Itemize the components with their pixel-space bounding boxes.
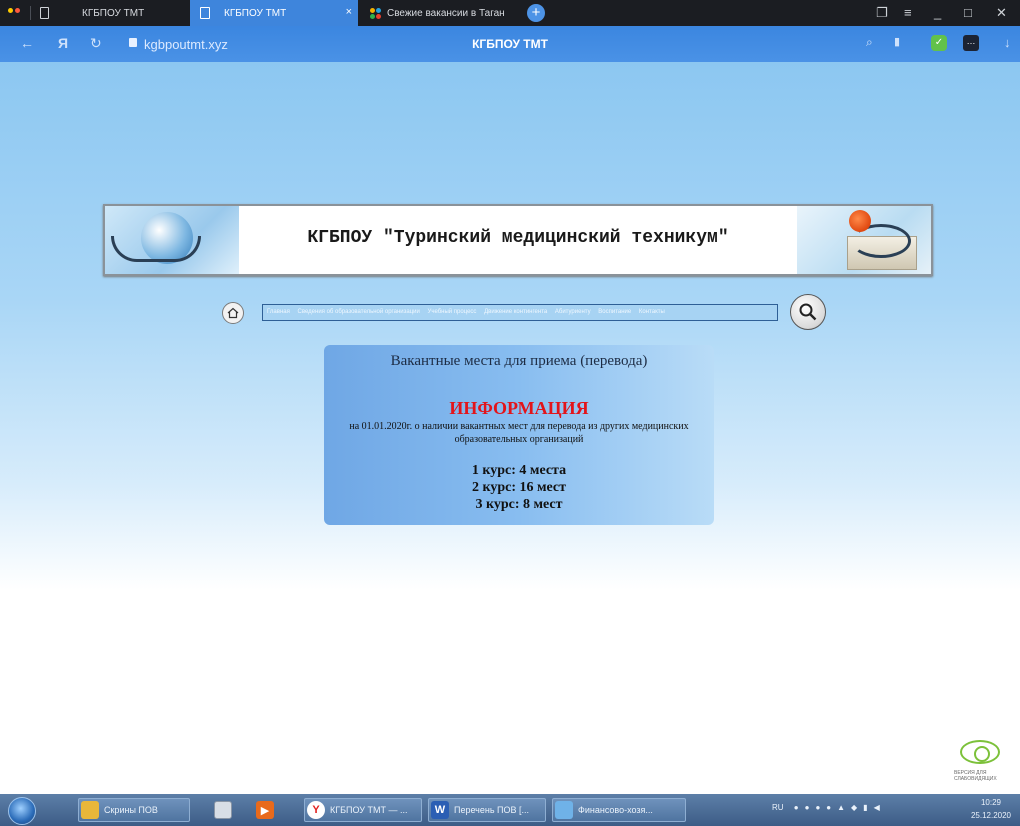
media-player-icon: ▶ [256, 801, 274, 819]
taskbar-folder[interactable]: Скрины ПОВ [78, 798, 190, 822]
nav-item-applicant[interactable]: Абитуриенту [555, 309, 591, 315]
word-icon: W [431, 801, 449, 819]
taskbar-label: Скрины ПОВ [104, 805, 158, 815]
search-button[interactable] [790, 294, 826, 330]
start-button[interactable] [8, 797, 36, 825]
banner-title: КГБПОУ "Туринский медицинский техникум" [307, 228, 729, 248]
home-icon [227, 307, 239, 319]
info-heading: ИНФОРМАЦИЯ [449, 398, 589, 418]
taskbar: Скрины ПОВ ▶ Y КГБПОУ ТМТ — ... W Перече… [0, 794, 1020, 826]
site-banner[interactable]: КГБПОУ "Туринский медицинский техникум" [103, 204, 933, 276]
tab-label: КГБПОУ ТМТ [224, 7, 287, 19]
download-icon[interactable]: ↓ [1004, 35, 1011, 50]
page-icon[interactable] [40, 7, 49, 19]
paint-icon [555, 801, 573, 819]
taskbar-label: Перечень ПОВ [... [454, 805, 530, 815]
clock-time: 10:29 [980, 798, 1002, 807]
protect-shield-icon[interactable]: ✓ [931, 35, 947, 51]
taskbar-calculator[interactable] [214, 798, 237, 822]
stethoscope-icon [111, 236, 201, 262]
course-2: 2 курс: 16 мест [471, 480, 567, 495]
course-3: 3 курс: 8 мест [475, 497, 563, 512]
menu-icon[interactable]: ≡ [904, 5, 912, 20]
minimize-icon[interactable]: _ [934, 5, 941, 20]
nav-item-study[interactable]: Учебный процесс [428, 309, 477, 315]
eye-icon [960, 740, 1000, 764]
nav-item-contingent[interactable]: Движение контингента [484, 309, 547, 315]
search-icon [799, 303, 817, 321]
address-bar: ← Я ↻ КГБПОУ ТМТ kgbpoutmt.xyz ⌕ ▮ ✓ … ↓ [0, 26, 1020, 62]
main-nav: Главная Сведения об образовательной орга… [262, 304, 778, 321]
page-content: КГБПОУ "Туринский медицинский техникум" … [0, 62, 1020, 590]
close-tab-icon[interactable]: × [346, 6, 352, 18]
maximize-icon[interactable]: □ [964, 5, 972, 20]
taskbar-browser[interactable]: Y КГБПОУ ТМТ — ... [304, 798, 422, 822]
url-field[interactable]: kgbpoutmt.xyz [144, 37, 228, 52]
accessibility-version-link[interactable]: ВЕРСИЯ ДЛЯ СЛАБОВИДЯЩИХ [954, 740, 1016, 790]
nav-item-about[interactable]: Сведения об образовательной организации [298, 309, 420, 315]
tab-vacancies[interactable]: Свежие вакансии в Таган [360, 0, 520, 26]
banner-image-books [797, 206, 931, 274]
folder-icon [81, 801, 99, 819]
tray-icons[interactable]: ●●●●▲◆▮◀ [794, 803, 886, 812]
tab-bar: КГБПОУ ТМТ КГБПОУ ТМТ × Свежие вакансии … [0, 0, 1020, 26]
clock-date: 25.12.2020 [970, 811, 1012, 820]
tab-label: Свежие вакансии в Таган [387, 7, 505, 19]
home-button[interactable] [222, 302, 244, 324]
tab-label: КГБПОУ ТМТ [82, 7, 145, 19]
clock[interactable]: 10:29 25.12.2020 [966, 796, 1016, 822]
course-1: 1 курс: 4 места [471, 463, 567, 478]
nav-item-home[interactable]: Главная [267, 309, 290, 315]
calculator-icon [214, 801, 232, 819]
close-window-icon[interactable]: ✕ [996, 5, 1007, 21]
divider [30, 6, 31, 20]
nav-item-contacts[interactable]: Контакты [639, 309, 665, 315]
yandex-browser-icon: Y [307, 801, 325, 819]
card-title: Вакантные места для приема (перевода) [390, 353, 648, 369]
course-list: 1 курс: 4 места 2 курс: 16 мест 3 курс: … [324, 462, 714, 513]
taskbar-player[interactable]: ▶ [256, 798, 279, 822]
tab-kgbpou-active[interactable]: КГБПОУ ТМТ × [190, 0, 358, 26]
bookmarks-icon[interactable]: ❐ [876, 5, 888, 21]
browser-menu-icon[interactable] [8, 8, 20, 13]
site-logo-icon [370, 7, 381, 19]
bookmark-icon[interactable]: ▮ [894, 35, 900, 48]
system-tray: RU ●●●●▲◆▮◀ [772, 803, 886, 812]
extension-icon[interactable]: … [963, 35, 979, 51]
nav-item-upbringing[interactable]: Воспитание [598, 309, 631, 315]
taskbar-word[interactable]: W Перечень ПОВ [... [428, 798, 546, 822]
tab-kgbpou-1[interactable]: КГБПОУ ТМТ [66, 0, 184, 26]
info-text: на 01.01.2020г. о наличии вакантных мест… [349, 421, 689, 445]
banner-image-globe [105, 206, 239, 274]
language-indicator[interactable]: RU [772, 803, 784, 812]
new-tab-button[interactable]: + [527, 4, 545, 22]
taskbar-paint[interactable]: Финансово-хозя... [552, 798, 686, 822]
apple-icon [849, 210, 871, 232]
vacancy-card: Вакантные места для приема (перевода) ИН… [324, 345, 714, 525]
taskbar-label: КГБПОУ ТМТ — ... [330, 805, 408, 815]
accessibility-label: ВЕРСИЯ ДЛЯ СЛАБОВИДЯЩИХ [954, 770, 997, 782]
taskbar-label: Финансово-хозя... [578, 805, 653, 815]
page-icon [200, 7, 210, 19]
search-page-icon[interactable]: ⌕ [866, 35, 873, 50]
